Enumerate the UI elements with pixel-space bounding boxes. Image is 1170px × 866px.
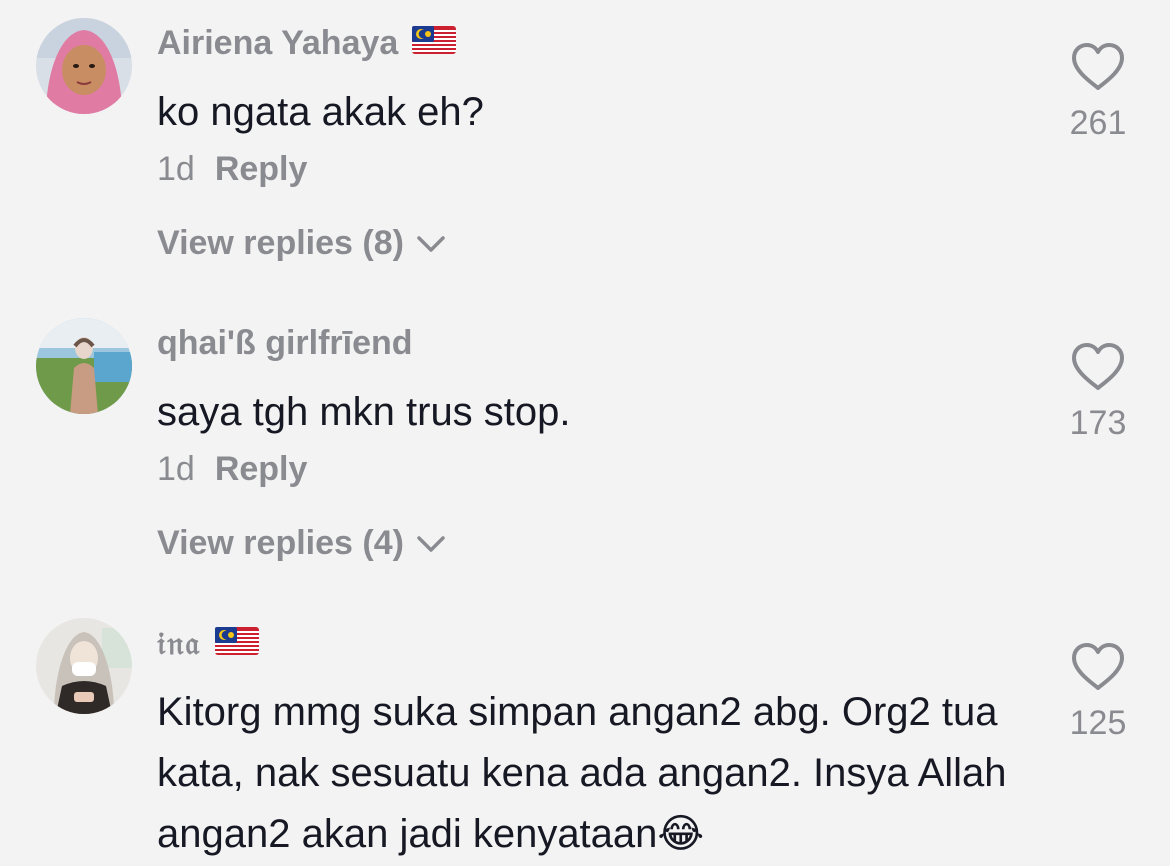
- timestamp: 1d: [157, 150, 195, 188]
- comment-text: saya tgh mkn trus stop.: [157, 390, 571, 434]
- like-count: 261: [1069, 104, 1127, 142]
- timestamp: 1d: [157, 450, 195, 488]
- heart-outline-icon[interactable]: [1070, 642, 1126, 692]
- comment-meta: 1d Reply: [157, 450, 307, 489]
- malaysia-flag-icon: [412, 24, 457, 63]
- like-button[interactable]: 125: [1060, 642, 1136, 743]
- view-replies-button[interactable]: View replies (4): [157, 524, 446, 563]
- username-text[interactable]: Airiena Yahaya: [157, 24, 398, 63]
- heart-outline-icon[interactable]: [1070, 342, 1126, 392]
- like-button[interactable]: 261: [1060, 42, 1136, 143]
- comment-text: ko ngata akak eh?: [157, 90, 484, 134]
- chevron-down-icon: [417, 235, 445, 252]
- comment-text: Kitorg mmg suka simpan angan2 abg. Org2 …: [157, 690, 1007, 856]
- avatar[interactable]: [36, 18, 132, 114]
- like-count: 173: [1069, 404, 1127, 442]
- heart-outline-icon[interactable]: [1070, 42, 1126, 92]
- avatar[interactable]: [36, 318, 132, 414]
- view-replies-label[interactable]: View replies (4): [157, 524, 404, 563]
- username[interactable]: Airiena Yahaya: [157, 24, 457, 63]
- username-text[interactable]: 𝔦𝔫𝔞: [157, 624, 201, 663]
- username[interactable]: qhai'ß girlfrīend: [157, 324, 413, 363]
- reply-button[interactable]: Reply: [215, 450, 308, 488]
- avatar[interactable]: [36, 618, 132, 714]
- comment-meta: 1d Reply: [157, 150, 307, 189]
- username-text[interactable]: qhai'ß girlfrīend: [157, 324, 413, 363]
- like-count: 125: [1069, 704, 1127, 742]
- view-replies-button[interactable]: View replies (8): [157, 224, 446, 263]
- malaysia-flag-icon: [215, 625, 260, 663]
- username[interactable]: 𝔦𝔫𝔞: [157, 624, 260, 663]
- view-replies-label[interactable]: View replies (8): [157, 224, 404, 263]
- chevron-down-icon: [417, 535, 445, 552]
- like-button[interactable]: 173: [1060, 342, 1136, 443]
- reply-button[interactable]: Reply: [215, 150, 308, 188]
